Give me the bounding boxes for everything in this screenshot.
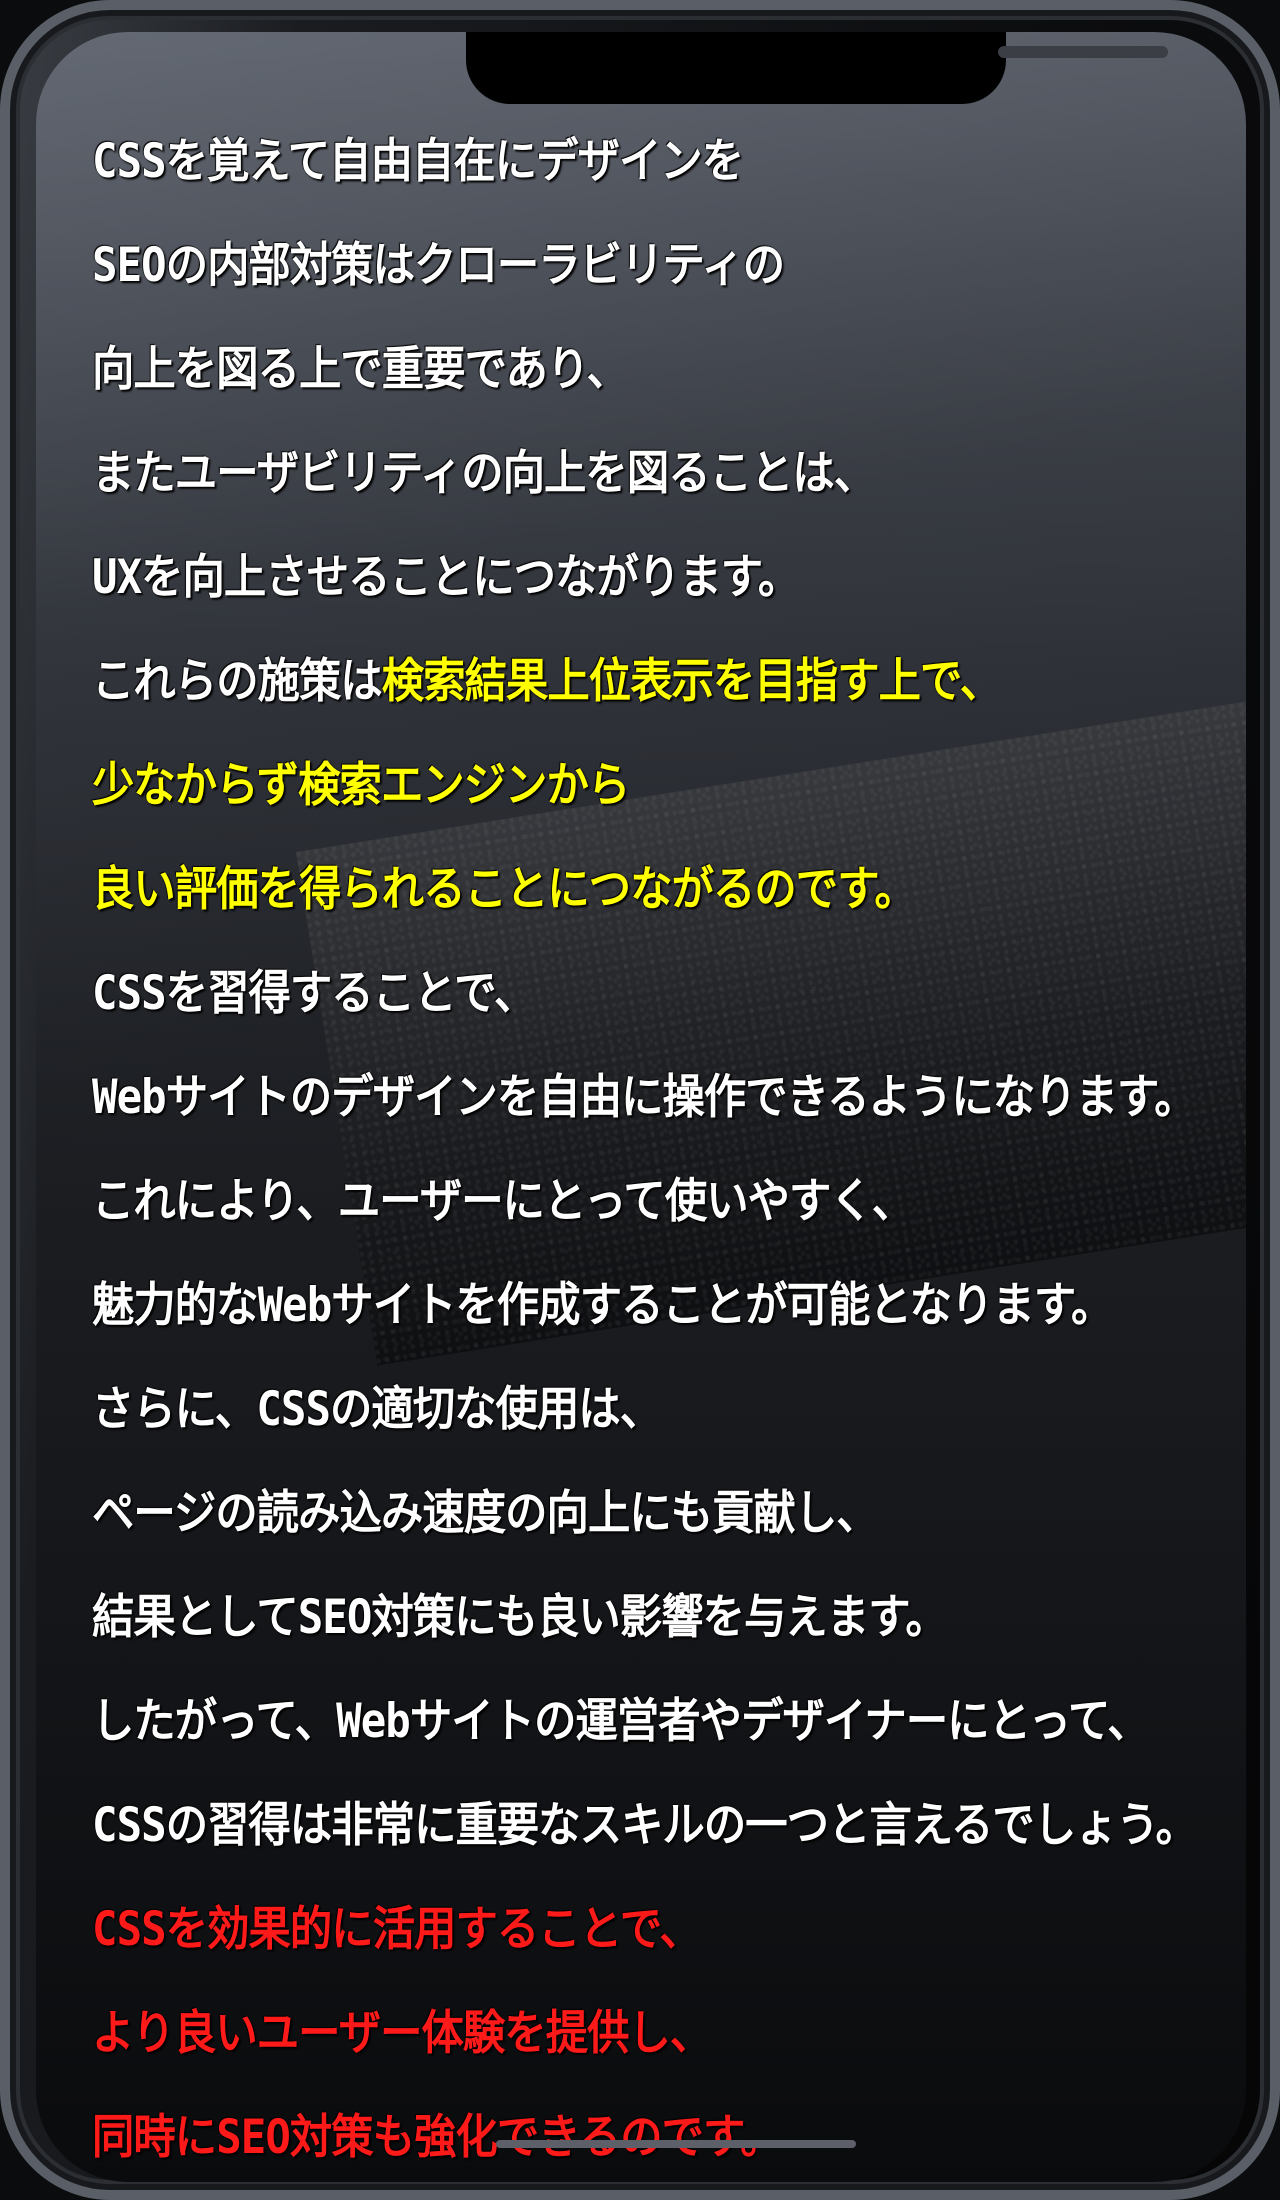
line-text: 向上を図る上で重要であり、 xyxy=(92,342,629,397)
line-text: したがって、Webサイトの運営者やデザイナーにとって、 xyxy=(92,1694,1150,1749)
phone-notch xyxy=(466,32,1246,104)
line-text: またユーザビリティの向上を図ることは、 xyxy=(92,446,876,501)
front-camera-icon xyxy=(1214,42,1246,60)
text-content: CSSを覚えて自由自在にデザインを SEOの内部対策はクローラビリティの 向上を… xyxy=(92,110,1246,2182)
text-line: またユーザビリティの向上を図ることは、 xyxy=(92,422,1172,526)
text-line-highlight: CSSを効果的に活用することで、 xyxy=(92,1878,1172,1982)
text-line-highlight: より良いユーザー体験を提供し、 xyxy=(92,1982,1172,2086)
highlight-text-yellow: 少なからず検索エンジンから xyxy=(92,758,630,813)
text-line: さらに、CSSの適切な使用は、 xyxy=(92,1358,1172,1462)
phone-screen: CSSを覚えて自由自在にデザインを SEOの内部対策はクローラビリティの 向上を… xyxy=(36,32,1246,2182)
line-text: CSSを習得することで、 xyxy=(92,966,536,1021)
text-line: 結果としてSEO対策にも良い影響を与えます。 xyxy=(92,1566,1172,1670)
text-line: Webサイトのデザインを自由に操作できるようになります。 xyxy=(92,1046,1197,1150)
home-indicator[interactable] xyxy=(496,2140,856,2148)
text-line-highlight: 良い評価を得られることにつながるのです。 xyxy=(92,838,1172,942)
text-line: 魅力的なWebサイトを作成することが可能となります。 xyxy=(92,1254,1172,1358)
highlight-text-yellow: 検索結果上位表示を目指す上で、 xyxy=(381,654,1002,709)
line-text: Webサイトのデザインを自由に操作できるようになります。 xyxy=(92,1070,1197,1125)
line-text: CSSの習得は非常に重要なスキルの一つと言えるでしょう。 xyxy=(92,1798,1198,1853)
highlight-text-red: より良いユーザー体験を提供し、 xyxy=(92,2006,712,2061)
line-text: さらに、CSSの適切な使用は、 xyxy=(92,1382,662,1437)
text-line: CSSの習得は非常に重要なスキルの一つと言えるでしょう。 xyxy=(92,1774,1198,1878)
highlight-text-yellow: 良い評価を得られることにつながるのです。 xyxy=(92,862,917,917)
line-text: SEOの内部対策はクローラビリティの xyxy=(92,238,785,293)
text-line: ページの読み込み速度の向上にも貢献し、 xyxy=(92,1462,1172,1566)
line-text: これらの施策は xyxy=(92,654,383,709)
text-line: CSSを覚えて自由自在にデザインを xyxy=(92,110,1172,214)
line-text: 魅力的なWebサイトを作成することが可能となります。 xyxy=(92,1278,1113,1333)
line-text: UXを向上させることにつながります。 xyxy=(92,550,800,605)
text-line: UXを向上させることにつながります。 xyxy=(92,526,1172,630)
text-line-highlight: 少なからず検索エンジンから xyxy=(92,734,1172,838)
text-line: したがって、Webサイトの運営者やデザイナーにとって、 xyxy=(92,1670,1172,1774)
text-line: これらの施策は検索結果上位表示を目指す上で、 xyxy=(92,630,1172,734)
line-text: 結果としてSEO対策にも良い影響を与えます。 xyxy=(92,1590,948,1645)
line-text: CSSを覚えて自由自在にデザインを xyxy=(92,134,744,189)
text-line: これにより、ユーザーにとって使いやすく、 xyxy=(92,1150,1172,1254)
phone-frame: CSSを覚えて自由自在にデザインを SEOの内部対策はクローラビリティの 向上を… xyxy=(0,0,1280,2200)
text-line: SEOの内部対策はクローラビリティの xyxy=(92,214,1172,318)
line-text: これにより、ユーザーにとって使いやすく、 xyxy=(92,1174,914,1229)
line-text: ページの読み込み速度の向上にも貢献し、 xyxy=(92,1486,879,1541)
highlight-text-red: CSSを効果的に活用することで、 xyxy=(92,1902,702,1957)
text-line-highlight: 同時にSEO対策も強化できるのです。 xyxy=(92,2086,1172,2182)
text-line: 向上を図る上で重要であり、 xyxy=(92,318,1172,422)
speaker-grille xyxy=(998,46,1168,58)
text-line: CSSを習得することで、 xyxy=(92,942,1172,1046)
highlight-text-red: 同時にSEO対策も強化できるのです。 xyxy=(92,2110,783,2165)
